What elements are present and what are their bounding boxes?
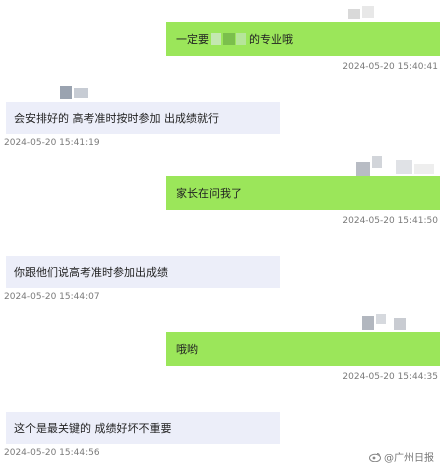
timestamp: 2024-05-20 15:41:19 xyxy=(4,138,100,148)
message-text: 你跟他们说高考准时参加出成绩 xyxy=(14,266,168,279)
message-text: 会安排好的 高考准时按时参加 出成绩就行 xyxy=(14,112,219,125)
avatar-mosaic xyxy=(356,156,440,176)
message-text: 家长在问我了 xyxy=(176,187,242,200)
timestamp: 2024-05-20 15:44:35 xyxy=(342,372,438,382)
timestamp: 2024-05-20 15:41:50 xyxy=(342,216,438,226)
message-bubble-received[interactable]: 会安排好的 高考准时按时参加 出成绩就行 xyxy=(6,102,280,134)
avatar-mosaic xyxy=(348,6,388,20)
message-bubble-received[interactable]: 这个是最关键的 成绩好坏不重要 xyxy=(6,412,280,444)
timestamp: 2024-05-20 15:44:07 xyxy=(4,292,100,302)
message-bubble-sent[interactable]: 家长在问我了 xyxy=(166,176,440,210)
weibo-logo-icon xyxy=(369,452,381,462)
message-text: 这个是最关键的 成绩好坏不重要 xyxy=(14,422,172,435)
message-bubble-sent[interactable]: 一定要 的专业哦 xyxy=(166,22,440,56)
message-bubble-sent[interactable]: 哦哟 xyxy=(166,332,440,366)
message-bubble-received[interactable]: 你跟他们说高考准时参加出成绩 xyxy=(6,256,280,288)
timestamp: 2024-05-20 15:44:56 xyxy=(4,448,100,458)
message-text: 的专业哦 xyxy=(249,33,293,46)
watermark: @广州日报 xyxy=(369,449,434,464)
message-text: 一定要 xyxy=(176,33,209,46)
avatar-mosaic xyxy=(362,314,422,332)
message-text: 哦哟 xyxy=(176,343,198,356)
timestamp: 2024-05-20 15:40:41 xyxy=(342,62,438,72)
avatar-mosaic xyxy=(60,86,100,100)
redacted-text xyxy=(211,33,247,45)
watermark-text: @广州日报 xyxy=(384,453,434,464)
